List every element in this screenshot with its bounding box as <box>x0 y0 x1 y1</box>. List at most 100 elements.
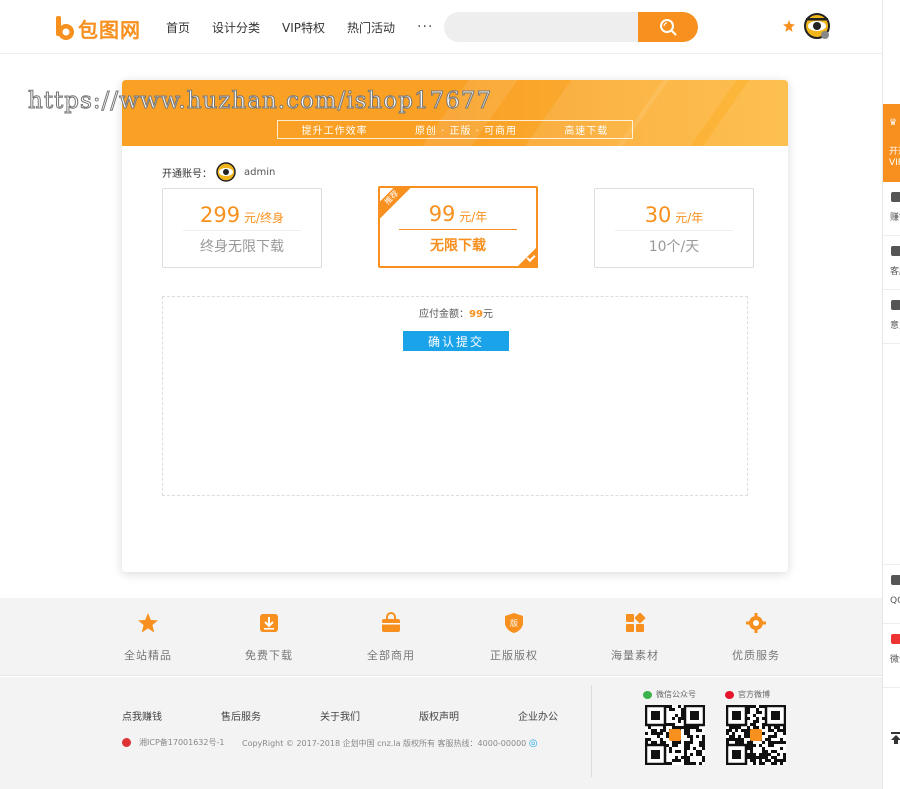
feature-service: 优质服务 <box>711 612 801 663</box>
weibo-qr-code <box>726 705 786 765</box>
rail-service[interactable]: 客服 <box>883 236 900 290</box>
footer-link-enterprise[interactable]: 企业办公 <box>518 708 617 723</box>
edit-icon <box>891 300 900 310</box>
svg-text:版: 版 <box>510 618 518 628</box>
star-icon <box>138 613 158 633</box>
logo-mark-icon <box>56 15 74 40</box>
wechat-icon <box>643 690 652 699</box>
footer-link-copyright[interactable]: 版权声明 <box>419 708 518 723</box>
payment-amount: 应付金额：99元 <box>163 305 749 320</box>
plan-lifetime-price: 299 元/终身 <box>163 203 321 227</box>
rail-earn-label: 赚钱 <box>890 213 900 223</box>
vip-purchase-card: 提升工作效率 原创 · 正版 · 可商用 高速下载 开通账号： admin 29… <box>122 80 788 572</box>
feature-premium: 全站精品 <box>103 612 193 663</box>
plan-annual-unlimited[interactable]: 推荐 99 元/年 无限下载 <box>378 186 538 268</box>
bag-icon <box>382 612 400 632</box>
plan-limited-price: 30 元/年 <box>595 203 753 227</box>
plan-limited-unit: 元/年 <box>675 211 704 225</box>
feature-free-download-label: 免费下载 <box>245 649 293 662</box>
rail-qq-label: QQ群联系 <box>890 596 900 606</box>
feature-premium-label: 全站精品 <box>124 649 172 662</box>
feature-service-label: 优质服务 <box>732 649 780 662</box>
rail-feedback[interactable]: 意见 <box>883 290 900 344</box>
account-username: admin <box>244 166 276 178</box>
service-icon: ◎ <box>528 738 538 749</box>
wechat-label: 微信公众号 <box>643 689 696 700</box>
feature-commercial-label: 全部商用 <box>367 649 415 662</box>
slogan-original: 原创 · 正版 · 可商用 <box>414 126 518 137</box>
feature-commercial: 全部商用 <box>346 612 436 663</box>
back-to-top-icon[interactable] <box>891 732 900 744</box>
footer-links: 点我赚钱 售后服务 关于我们 版权声明 企业办公 <box>122 708 617 723</box>
top-header: 包图网 首页 设计分类 VIP特权 热门活动 ··· <box>0 0 882 54</box>
sign-in-star-icon[interactable] <box>783 20 795 32</box>
rail-qq[interactable]: QQ群联系 <box>883 564 900 624</box>
plan-lifetime-desc: 终身无限下载 <box>200 239 284 255</box>
feature-copyright: 版 正版版权 <box>469 612 559 663</box>
shield-icon: 版 <box>505 613 523 633</box>
plan-lifetime-unit: 元/终身 <box>243 211 284 225</box>
rail-feedback-label: 意见 <box>890 321 900 331</box>
right-sidebar-rail: ♛ 开通 VIP 赚钱 客服 意见 QQ群联系 微信礼包 <box>882 0 900 789</box>
rail-vip-label-2: VIP <box>889 158 900 168</box>
user-avatar[interactable] <box>804 13 830 39</box>
nav-events[interactable]: 热门活动 <box>347 19 395 36</box>
plan-lifetime[interactable]: 299 元/终身 终身无限下载 <box>162 188 322 268</box>
account-row: 开通账号： admin <box>162 162 275 182</box>
features-band: 全站精品 免费下载 全部商用 版 正版版权 海量素材 优质服务 <box>0 598 882 676</box>
search-input[interactable] <box>444 12 638 42</box>
rail-vip-button[interactable]: ♛ 开通 VIP <box>883 104 900 182</box>
payment-value: 99 <box>469 309 483 320</box>
logo-text: 包图网 <box>78 18 141 42</box>
nav-home[interactable]: 首页 <box>166 19 190 36</box>
feature-materials-label: 海量素材 <box>611 649 659 662</box>
gear-icon <box>746 613 766 633</box>
headset-icon <box>891 246 900 256</box>
rail-earn[interactable]: 赚钱 <box>883 182 900 236</box>
rail-vip-crown-icon: ♛ <box>889 118 898 128</box>
icp-record[interactable]: 湘ICP备17001632号-1 <box>122 737 224 748</box>
plan-annual-unit: 元/年 <box>459 210 488 224</box>
plan-annual-limited[interactable]: 30 元/年 10个/天 <box>594 188 754 268</box>
rail-gift[interactable]: 微信礼包 <box>883 624 900 688</box>
account-label: 开通账号： <box>162 168 212 180</box>
footer-link-about[interactable]: 关于我们 <box>320 708 419 723</box>
site-logo[interactable]: 包图网 <box>54 14 141 43</box>
download-icon <box>260 614 278 632</box>
banner-slogans: 提升工作效率 原创 · 正版 · 可商用 高速下载 <box>277 120 633 139</box>
account-avatar <box>216 162 236 182</box>
plan-annual-amount: 99 <box>428 202 456 226</box>
feature-free-download: 免费下载 <box>224 612 314 663</box>
coin-icon <box>891 192 900 202</box>
feature-materials: 海量素材 <box>590 612 680 663</box>
rail-vip-label-1: 开通 <box>889 147 900 157</box>
watermark-url: https://www.huzhan.com/ishop17677 <box>27 88 493 115</box>
weibo-label: 官方微博 <box>725 689 770 700</box>
footer-link-earn[interactable]: 点我赚钱 <box>122 708 221 723</box>
rail-service-label: 客服 <box>890 267 900 277</box>
gift-icon <box>891 634 900 644</box>
payment-label: 应付金额： <box>419 309 470 320</box>
qq-icon <box>891 575 900 585</box>
search-button[interactable] <box>638 12 698 42</box>
confirm-submit-button[interactable]: 确认提交 <box>403 331 509 351</box>
site-footer: 点我赚钱 售后服务 关于我们 版权声明 企业办公 湘ICP备17001632号-… <box>0 677 882 789</box>
copyright-line: CopyRight © 2017-2018 企划中国 cnz.la 版权所有 客… <box>242 739 527 748</box>
feature-copyright-label: 正版版权 <box>490 649 538 662</box>
nav-vip[interactable]: VIP特权 <box>282 19 325 36</box>
search-bar <box>444 12 698 42</box>
nav-more-icon[interactable]: ··· <box>417 19 433 35</box>
weibo-label-text: 官方微博 <box>738 690 770 699</box>
footer-link-aftersales[interactable]: 售后服务 <box>221 708 320 723</box>
rail-gift-label: 微信礼包 <box>890 655 900 665</box>
nav-categories[interactable]: 设计分类 <box>212 19 260 36</box>
wechat-label-text: 微信公众号 <box>656 690 696 699</box>
wechat-qr-code <box>645 705 705 765</box>
selected-check-icon <box>516 246 538 268</box>
main-nav: 首页 设计分类 VIP特权 热门活动 ··· <box>166 0 455 54</box>
plan-lifetime-amount: 299 <box>200 203 241 227</box>
copyright-text: CopyRight © 2017-2018 企划中国 cnz.la 版权所有 客… <box>242 738 538 749</box>
grid-icon <box>626 612 646 632</box>
plan-limited-desc: 10个/天 <box>648 239 700 255</box>
payment-panel: 应付金额：99元 确认提交 <box>162 296 748 496</box>
